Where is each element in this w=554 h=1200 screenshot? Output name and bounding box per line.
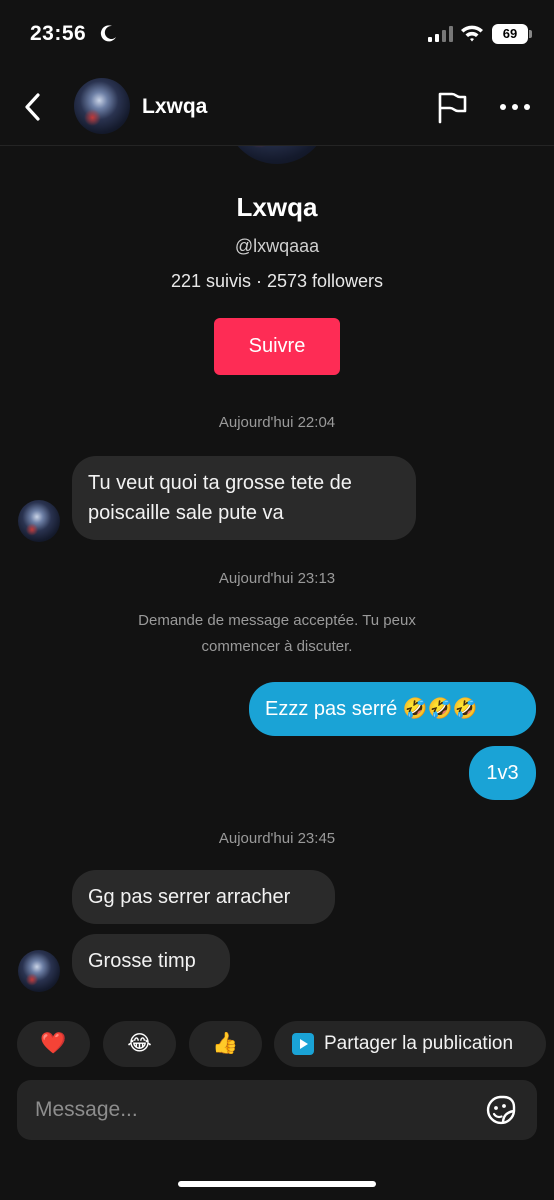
message-timestamp: Aujourd'hui 23:45: [218, 830, 336, 847]
status-bar: 23:56 69: [0, 0, 554, 70]
more-options-icon[interactable]: [498, 98, 532, 116]
message-input[interactable]: [35, 1080, 475, 1140]
incoming-message-bubble[interactable]: Tu veut quoi ta grosse tete de poiscaill…: [72, 456, 416, 540]
message-composer: [17, 1080, 537, 1140]
report-flag-icon[interactable]: [436, 90, 468, 124]
status-time: 23:56: [30, 22, 87, 45]
message-timestamp: Aujourd'hui 22:04: [218, 414, 336, 431]
moon-icon: [100, 25, 116, 42]
incoming-message-bubble[interactable]: Gg pas serrer arracher: [72, 870, 335, 924]
battery-indicator: 69: [492, 24, 532, 44]
sender-avatar[interactable]: [18, 950, 60, 992]
profile-display-name: Lxwqa: [236, 192, 318, 222]
incoming-message-bubble[interactable]: Grosse timp: [72, 934, 230, 988]
share-post-button[interactable]: Partager la publication: [274, 1021, 546, 1067]
header-avatar[interactable]: [74, 78, 130, 134]
thumbs-up-reaction-button[interactable]: 👍: [189, 1021, 262, 1067]
system-message: Demande de message acceptée. Tu peux com…: [138, 612, 416, 655]
chat-header: Lxwqa: [0, 70, 554, 146]
message-timestamp: Aujourd'hui 23:13: [218, 570, 336, 587]
back-arrow-icon[interactable]: [18, 88, 50, 126]
sticker-icon[interactable]: [483, 1092, 519, 1128]
home-indicator: [178, 1181, 376, 1187]
heart-reaction-button[interactable]: ❤️: [17, 1021, 90, 1067]
outgoing-message-bubble[interactable]: 1v3: [469, 746, 536, 800]
profile-handle: @lxwqaaa: [234, 236, 320, 256]
share-post-icon: [292, 1033, 314, 1055]
wifi-icon: [461, 25, 483, 42]
cellular-signal-icon: [428, 26, 453, 42]
outgoing-message-bubble[interactable]: Ezzz pas serré 🤣🤣🤣: [249, 682, 536, 736]
share-post-label: Partager la publication: [324, 1033, 514, 1054]
profile-stats: 221 suivis · 2573 followers: [170, 271, 384, 291]
header-username[interactable]: Lxwqa: [142, 95, 207, 119]
sender-avatar[interactable]: [18, 500, 60, 542]
laugh-reaction-button[interactable]: 😂: [103, 1021, 176, 1067]
follow-button[interactable]: Suivre: [214, 318, 340, 375]
